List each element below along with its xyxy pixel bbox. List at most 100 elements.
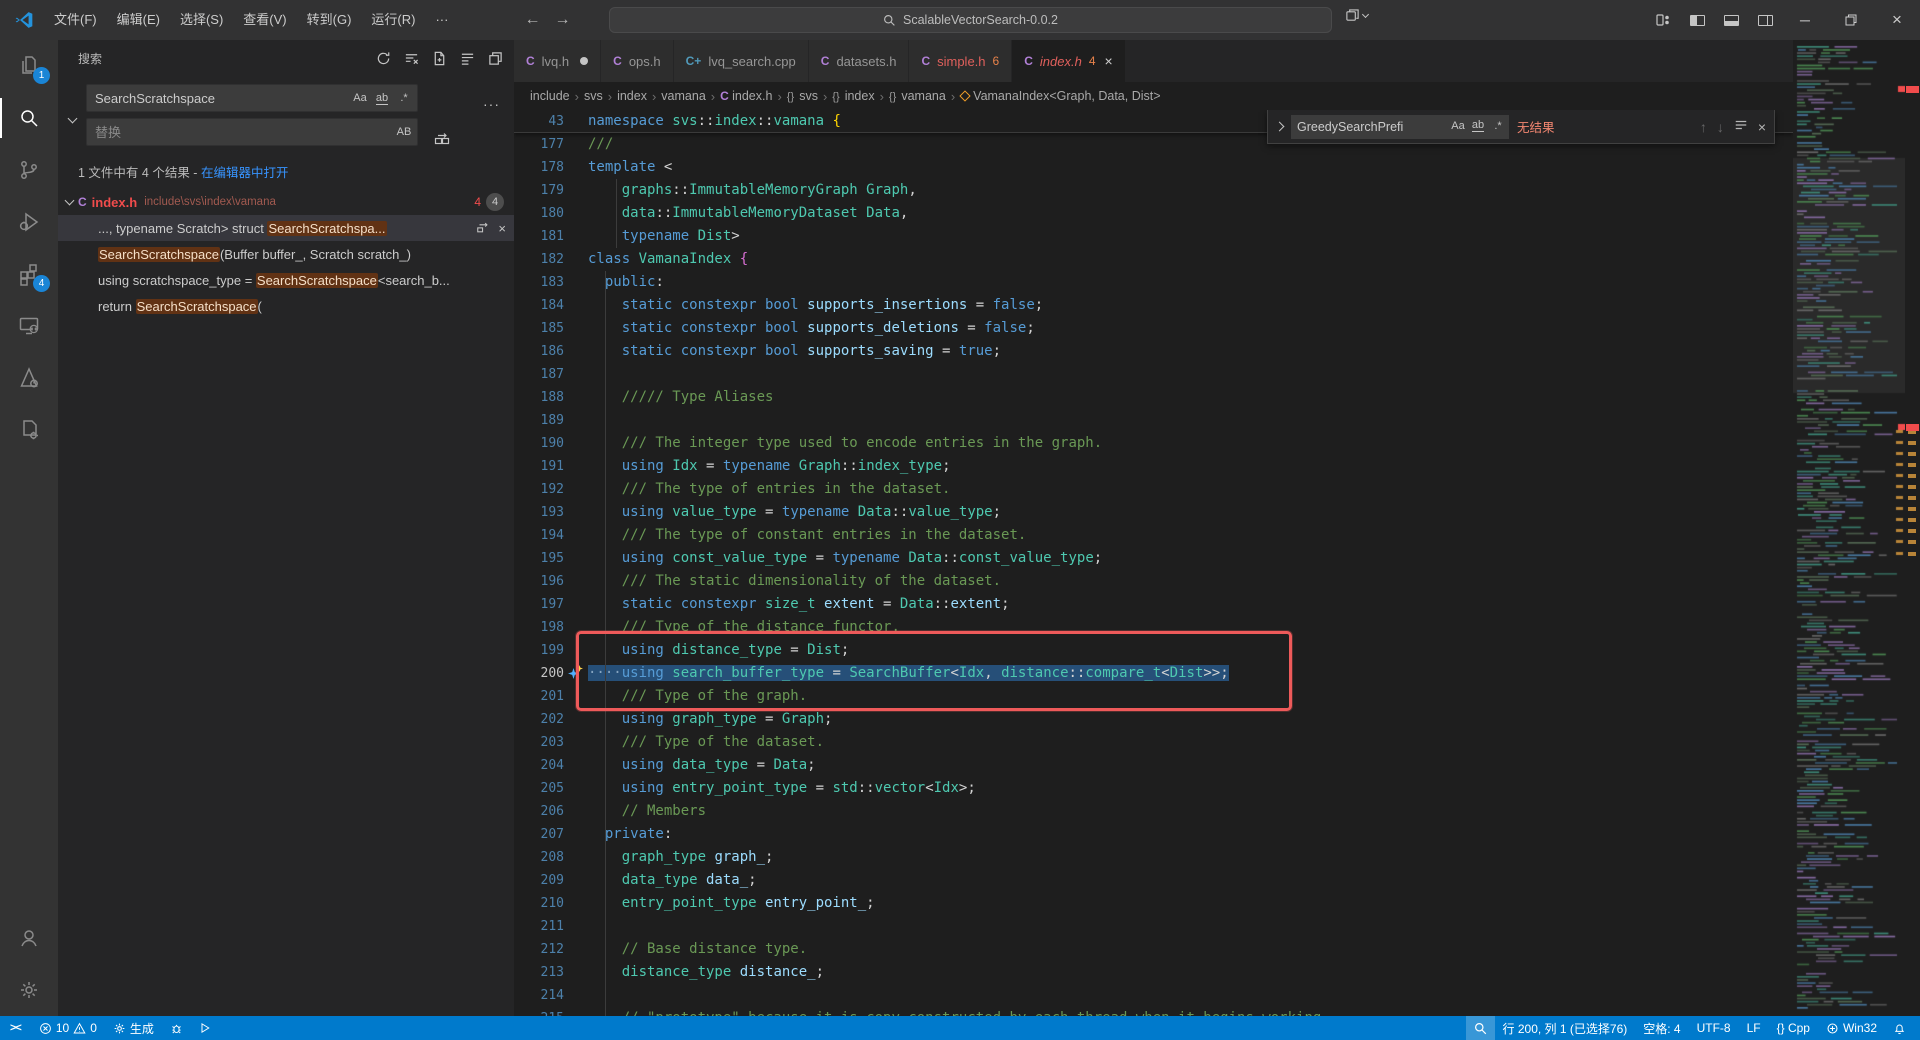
menu-v[interactable]: 查看(V) bbox=[233, 0, 296, 40]
code-line-199[interactable]: 199 using distance_type = Dist; bbox=[514, 639, 1793, 662]
code-line-181[interactable]: 181 typename Dist> bbox=[514, 225, 1793, 248]
minimap[interactable] bbox=[1793, 40, 1905, 1016]
code-line-186[interactable]: 186 static constexpr bool supports_savin… bbox=[514, 340, 1793, 363]
breadcrumb[interactable]: include›svs›index›vamana›C index.h›{} sv… bbox=[514, 82, 1793, 110]
code-line-178[interactable]: 178template < bbox=[514, 156, 1793, 179]
find-match-case-toggle[interactable]: Aa bbox=[1449, 117, 1467, 135]
statusbar-eol[interactable]: LF bbox=[1739, 1016, 1769, 1040]
statusbar-zoom-indicator[interactable] bbox=[1466, 1016, 1495, 1040]
activitybar-explorer-icon[interactable]: 1 bbox=[0, 40, 58, 92]
search-result-row[interactable]: ..., typename Scratch> struct SearchScra… bbox=[58, 215, 514, 241]
code-line-206[interactable]: 206 // Members bbox=[514, 800, 1793, 823]
breadcrumb-item[interactable]: {} index bbox=[832, 89, 874, 103]
statusbar-cmake-launch[interactable] bbox=[191, 1016, 219, 1040]
statusbar-platform-target[interactable]: Win32 bbox=[1818, 1016, 1885, 1040]
editor-tab[interactable]: Cdatasets.h bbox=[809, 40, 910, 82]
statusbar-encoding[interactable]: UTF-8 bbox=[1689, 1016, 1739, 1040]
close-window-button[interactable]: × bbox=[1874, 0, 1920, 40]
find-regex-toggle[interactable]: .* bbox=[1489, 117, 1507, 135]
code-line-197[interactable]: 197 static constexpr size_t extent = Dat… bbox=[514, 593, 1793, 616]
find-in-selection-icon[interactable] bbox=[1734, 118, 1748, 135]
command-center-search[interactable]: ScalableVectorSearch-0.0.2 bbox=[609, 7, 1332, 33]
refresh-icon[interactable] bbox=[372, 47, 394, 69]
activitybar-run-debug-icon[interactable] bbox=[0, 196, 58, 248]
clear-search-results-icon[interactable] bbox=[400, 47, 422, 69]
search-result-file-row[interactable]: C index.h include\svs\index\vamana 4 4 bbox=[58, 189, 514, 215]
restore-button[interactable] bbox=[1828, 0, 1874, 40]
statusbar-language-mode[interactable]: {} Cpp bbox=[1769, 1016, 1818, 1040]
menu-r[interactable]: 运行(R) bbox=[361, 0, 425, 40]
code-line-209[interactable]: 209 data_type data_; bbox=[514, 869, 1793, 892]
tab-close-icon[interactable]: × bbox=[1105, 53, 1113, 69]
preserve-case-toggle[interactable]: AB bbox=[394, 122, 414, 142]
toggle-replace-chevron-icon[interactable] bbox=[64, 110, 80, 126]
new-search-editor-icon[interactable] bbox=[428, 47, 450, 69]
activitybar-remote-explorer-icon[interactable] bbox=[0, 300, 58, 352]
statusbar-problems[interactable]: 100 bbox=[31, 1016, 105, 1040]
editor-tab[interactable]: Cops.h bbox=[601, 40, 673, 82]
toggle-sidebar-icon[interactable] bbox=[1680, 0, 1714, 40]
replace-all-button[interactable] bbox=[430, 126, 454, 150]
code-line-211[interactable]: 211 bbox=[514, 915, 1793, 938]
activitybar-cpp-tools-icon[interactable] bbox=[0, 404, 58, 456]
search-result-row[interactable]: using scratchspace_type = SearchScratchs… bbox=[58, 267, 514, 293]
code-line-201[interactable]: 201 /// Type of the graph. bbox=[514, 685, 1793, 708]
menu-s[interactable]: 选择(S) bbox=[170, 0, 233, 40]
activitybar-accounts-icon[interactable] bbox=[0, 912, 58, 964]
code-line-179[interactable]: 179 graphs::ImmutableMemoryGraph Graph, bbox=[514, 179, 1793, 202]
minimize-button[interactable]: ─ bbox=[1782, 0, 1828, 40]
code-line-185[interactable]: 185 static constexpr bool supports_delet… bbox=[514, 317, 1793, 340]
whole-word-toggle[interactable]: ab bbox=[372, 88, 392, 108]
code-line-198[interactable]: 198 /// Type of the distance functor. bbox=[514, 616, 1793, 639]
collapse-all-icon[interactable] bbox=[456, 47, 478, 69]
code-line-183[interactable]: 183 public: bbox=[514, 271, 1793, 294]
code-line-192[interactable]: 192 /// The type of entries in the datas… bbox=[514, 478, 1793, 501]
find-next-icon[interactable]: ↓ bbox=[1717, 119, 1724, 135]
code-line-210[interactable]: 210 entry_point_type entry_point_; bbox=[514, 892, 1793, 915]
editor-tab[interactable]: Clvq.h bbox=[514, 40, 601, 82]
copilot-sparkle-icon[interactable] bbox=[568, 667, 581, 680]
statusbar-cmake-build[interactable]: 生成 bbox=[105, 1016, 162, 1040]
statusbar-cursor-position[interactable]: 行 200, 列 1 (已选择76) bbox=[1495, 1016, 1636, 1040]
code-area[interactable]: 43namespace svs::index::vamana { 177///1… bbox=[514, 110, 1793, 1016]
breadcrumb-item[interactable]: C index.h bbox=[720, 89, 772, 103]
activitybar-extensions-icon[interactable]: 4 bbox=[0, 248, 58, 300]
replace-input[interactable] bbox=[86, 118, 418, 146]
code-line-200[interactable]: 200····using search_buffer_type = Search… bbox=[514, 662, 1793, 685]
match-case-toggle[interactable]: Aa bbox=[350, 88, 370, 108]
code-line-208[interactable]: 208 graph_type graph_; bbox=[514, 846, 1793, 869]
code-line-195[interactable]: 195 using const_value_type = typename Da… bbox=[514, 547, 1793, 570]
forward-arrow-icon[interactable]: → bbox=[554, 11, 570, 29]
code-line-180[interactable]: 180 data::ImmutableMemoryDataset Data, bbox=[514, 202, 1793, 225]
code-line-190[interactable]: 190 /// The integer type used to encode … bbox=[514, 432, 1793, 455]
code-line-188[interactable]: 188 ///// Type Aliases bbox=[514, 386, 1793, 409]
replace-match-icon[interactable] bbox=[476, 220, 490, 237]
activitybar-source-control-icon[interactable] bbox=[0, 144, 58, 196]
customize-layout-icon[interactable] bbox=[1646, 0, 1680, 40]
activitybar-cmake-icon[interactable] bbox=[0, 352, 58, 404]
editor-tab[interactable]: C+lvq_search.cpp bbox=[674, 40, 809, 82]
menu-[interactable]: ··· bbox=[425, 0, 458, 40]
editor-tab[interactable]: Csimple.h6 bbox=[909, 40, 1012, 82]
code-line-193[interactable]: 193 using value_type = typename Data::va… bbox=[514, 501, 1793, 524]
breadcrumb-item[interactable]: vamana bbox=[661, 89, 705, 103]
dismiss-match-icon[interactable]: × bbox=[498, 221, 506, 236]
breadcrumb-item[interactable]: index bbox=[617, 89, 647, 103]
code-line-207[interactable]: 207 private: bbox=[514, 823, 1793, 846]
code-line-182[interactable]: 182class VamanaIndex { bbox=[514, 248, 1793, 271]
menu-f[interactable]: 文件(F) bbox=[44, 0, 107, 40]
regex-toggle[interactable]: .* bbox=[394, 88, 414, 108]
code-line-184[interactable]: 184 static constexpr bool supports_inser… bbox=[514, 294, 1793, 317]
code-line-196[interactable]: 196 /// The static dimensionality of the… bbox=[514, 570, 1793, 593]
code-line-202[interactable]: 202 using graph_type = Graph; bbox=[514, 708, 1793, 731]
statusbar-remote-indicator[interactable]: >< bbox=[0, 1016, 31, 1040]
open-in-editor-link[interactable]: 在编辑器中打开 bbox=[201, 166, 289, 180]
search-result-row[interactable]: SearchScratchspace(Buffer buffer_, Scrat… bbox=[58, 241, 514, 267]
breadcrumb-item[interactable]: include bbox=[530, 89, 570, 103]
statusbar-cmake-debug[interactable] bbox=[162, 1016, 191, 1040]
menu-g[interactable]: 转到(G) bbox=[297, 0, 362, 40]
breadcrumb-item[interactable]: {} svs bbox=[787, 89, 818, 103]
code-line-204[interactable]: 204 using data_type = Data; bbox=[514, 754, 1793, 777]
activitybar-search-icon[interactable] bbox=[0, 92, 58, 144]
code-line-214[interactable]: 214 bbox=[514, 984, 1793, 1007]
